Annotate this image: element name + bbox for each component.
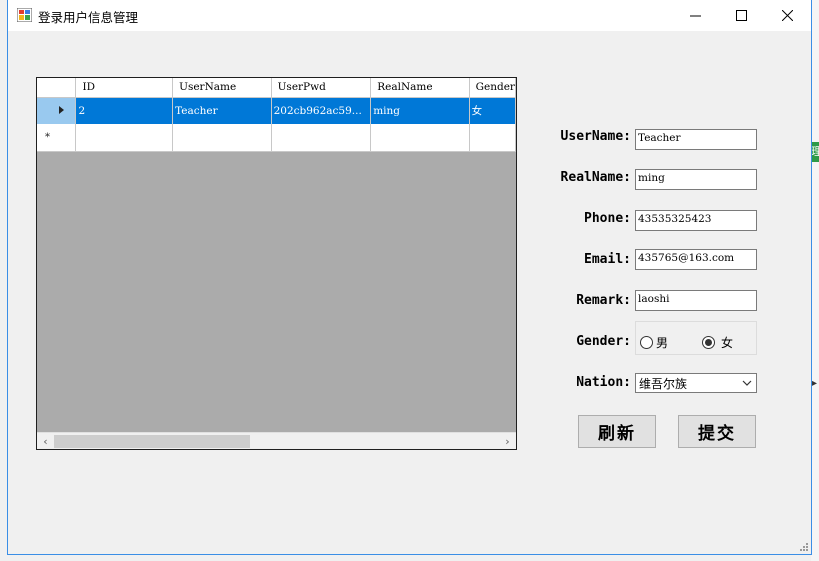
scroll-right-icon[interactable]: › — [499, 433, 516, 449]
gender-label: Gender: — [576, 334, 631, 349]
column-header-id[interactable]: ID — [75, 78, 174, 98]
scroll-thumb[interactable] — [54, 435, 250, 448]
username-field[interactable]: Teacher — [635, 129, 757, 150]
email-label: Email: — [584, 252, 631, 267]
resize-grip-icon[interactable] — [799, 542, 809, 552]
maximize-button[interactable] — [718, 0, 764, 31]
column-header-gender[interactable]: Gender — [469, 78, 516, 98]
realname-label: RealName: — [560, 170, 631, 185]
scroll-left-icon[interactable]: ‹ — [37, 433, 54, 449]
table-row[interactable]: 2 Teacher 202cb962ac59... ming 女 — [37, 97, 516, 124]
refresh-button[interactable]: 刷新 — [578, 415, 656, 448]
desktop-background — [811, 0, 819, 561]
close-button[interactable] — [764, 0, 810, 31]
new-row-marker-icon: * — [45, 131, 50, 143]
gender-male-label: 男 — [656, 336, 669, 350]
user-data-grid[interactable]: ID UserName UserPwd RealName Gender 2 Te… — [36, 77, 517, 450]
grid-table: ID UserName UserPwd RealName Gender 2 Te… — [37, 78, 516, 152]
gender-female-label: 女 — [721, 336, 734, 350]
minimize-icon — [689, 15, 701, 17]
cell-realname[interactable]: ming — [370, 97, 470, 124]
radio-unchecked-icon — [640, 336, 653, 349]
phone-label: Phone: — [584, 211, 631, 226]
current-row-arrow-icon — [58, 105, 64, 114]
main-window: 登录用户信息管理 ID UserName UserPwd RealName Ge… — [7, 0, 812, 555]
new-cell[interactable] — [370, 124, 470, 152]
cell-username[interactable]: Teacher — [172, 97, 272, 124]
horizontal-scrollbar[interactable]: ‹ › — [37, 432, 516, 449]
row-header[interactable] — [37, 97, 77, 124]
title-bar: 登录用户信息管理 — [8, 0, 811, 31]
gender-male-radio[interactable]: 男 — [640, 334, 668, 351]
new-row-header[interactable]: * — [37, 124, 77, 152]
email-field[interactable]: 435765@163.com — [635, 249, 757, 270]
column-header-username[interactable]: UserName — [172, 78, 272, 98]
new-cell[interactable] — [469, 124, 516, 152]
realname-field[interactable]: ming — [635, 169, 757, 190]
background-arrow: ▸ — [812, 378, 818, 389]
chevron-down-icon — [742, 380, 752, 386]
new-cell[interactable] — [271, 124, 372, 152]
radio-checked-icon — [702, 336, 715, 349]
cell-userpwd[interactable]: 202cb962ac59... — [271, 97, 372, 124]
background-tab: 理 — [811, 142, 819, 162]
phone-field[interactable]: 43535325423 — [635, 210, 757, 231]
window-title: 登录用户信息管理 — [38, 10, 139, 25]
remark-field[interactable]: laoshi — [635, 290, 757, 311]
close-icon — [781, 10, 793, 21]
username-label: UserName: — [560, 129, 631, 144]
column-header-userpwd[interactable]: UserPwd — [271, 78, 372, 98]
gender-female-radio[interactable]: 女 — [702, 334, 733, 351]
nation-select[interactable]: 维吾尔族 — [635, 373, 757, 393]
minimize-button[interactable] — [672, 0, 718, 31]
cell-gender[interactable]: 女 — [469, 97, 516, 124]
app-icon — [17, 8, 32, 22]
new-cell[interactable] — [172, 124, 272, 152]
column-header-realname[interactable]: RealName — [370, 78, 470, 98]
nation-label: Nation: — [576, 375, 631, 390]
new-row[interactable]: * — [37, 124, 516, 152]
new-cell[interactable] — [75, 124, 174, 152]
remark-label: Remark: — [576, 293, 631, 308]
nation-selected-value: 维吾尔族 — [639, 377, 688, 391]
submit-button[interactable]: 提交 — [678, 415, 756, 448]
row-header-corner[interactable] — [37, 78, 77, 98]
cell-id[interactable]: 2 — [75, 97, 174, 124]
gender-group: 男 女 — [635, 321, 757, 355]
maximize-icon — [735, 10, 747, 21]
grid-header-row: ID UserName UserPwd RealName Gender — [37, 78, 516, 98]
